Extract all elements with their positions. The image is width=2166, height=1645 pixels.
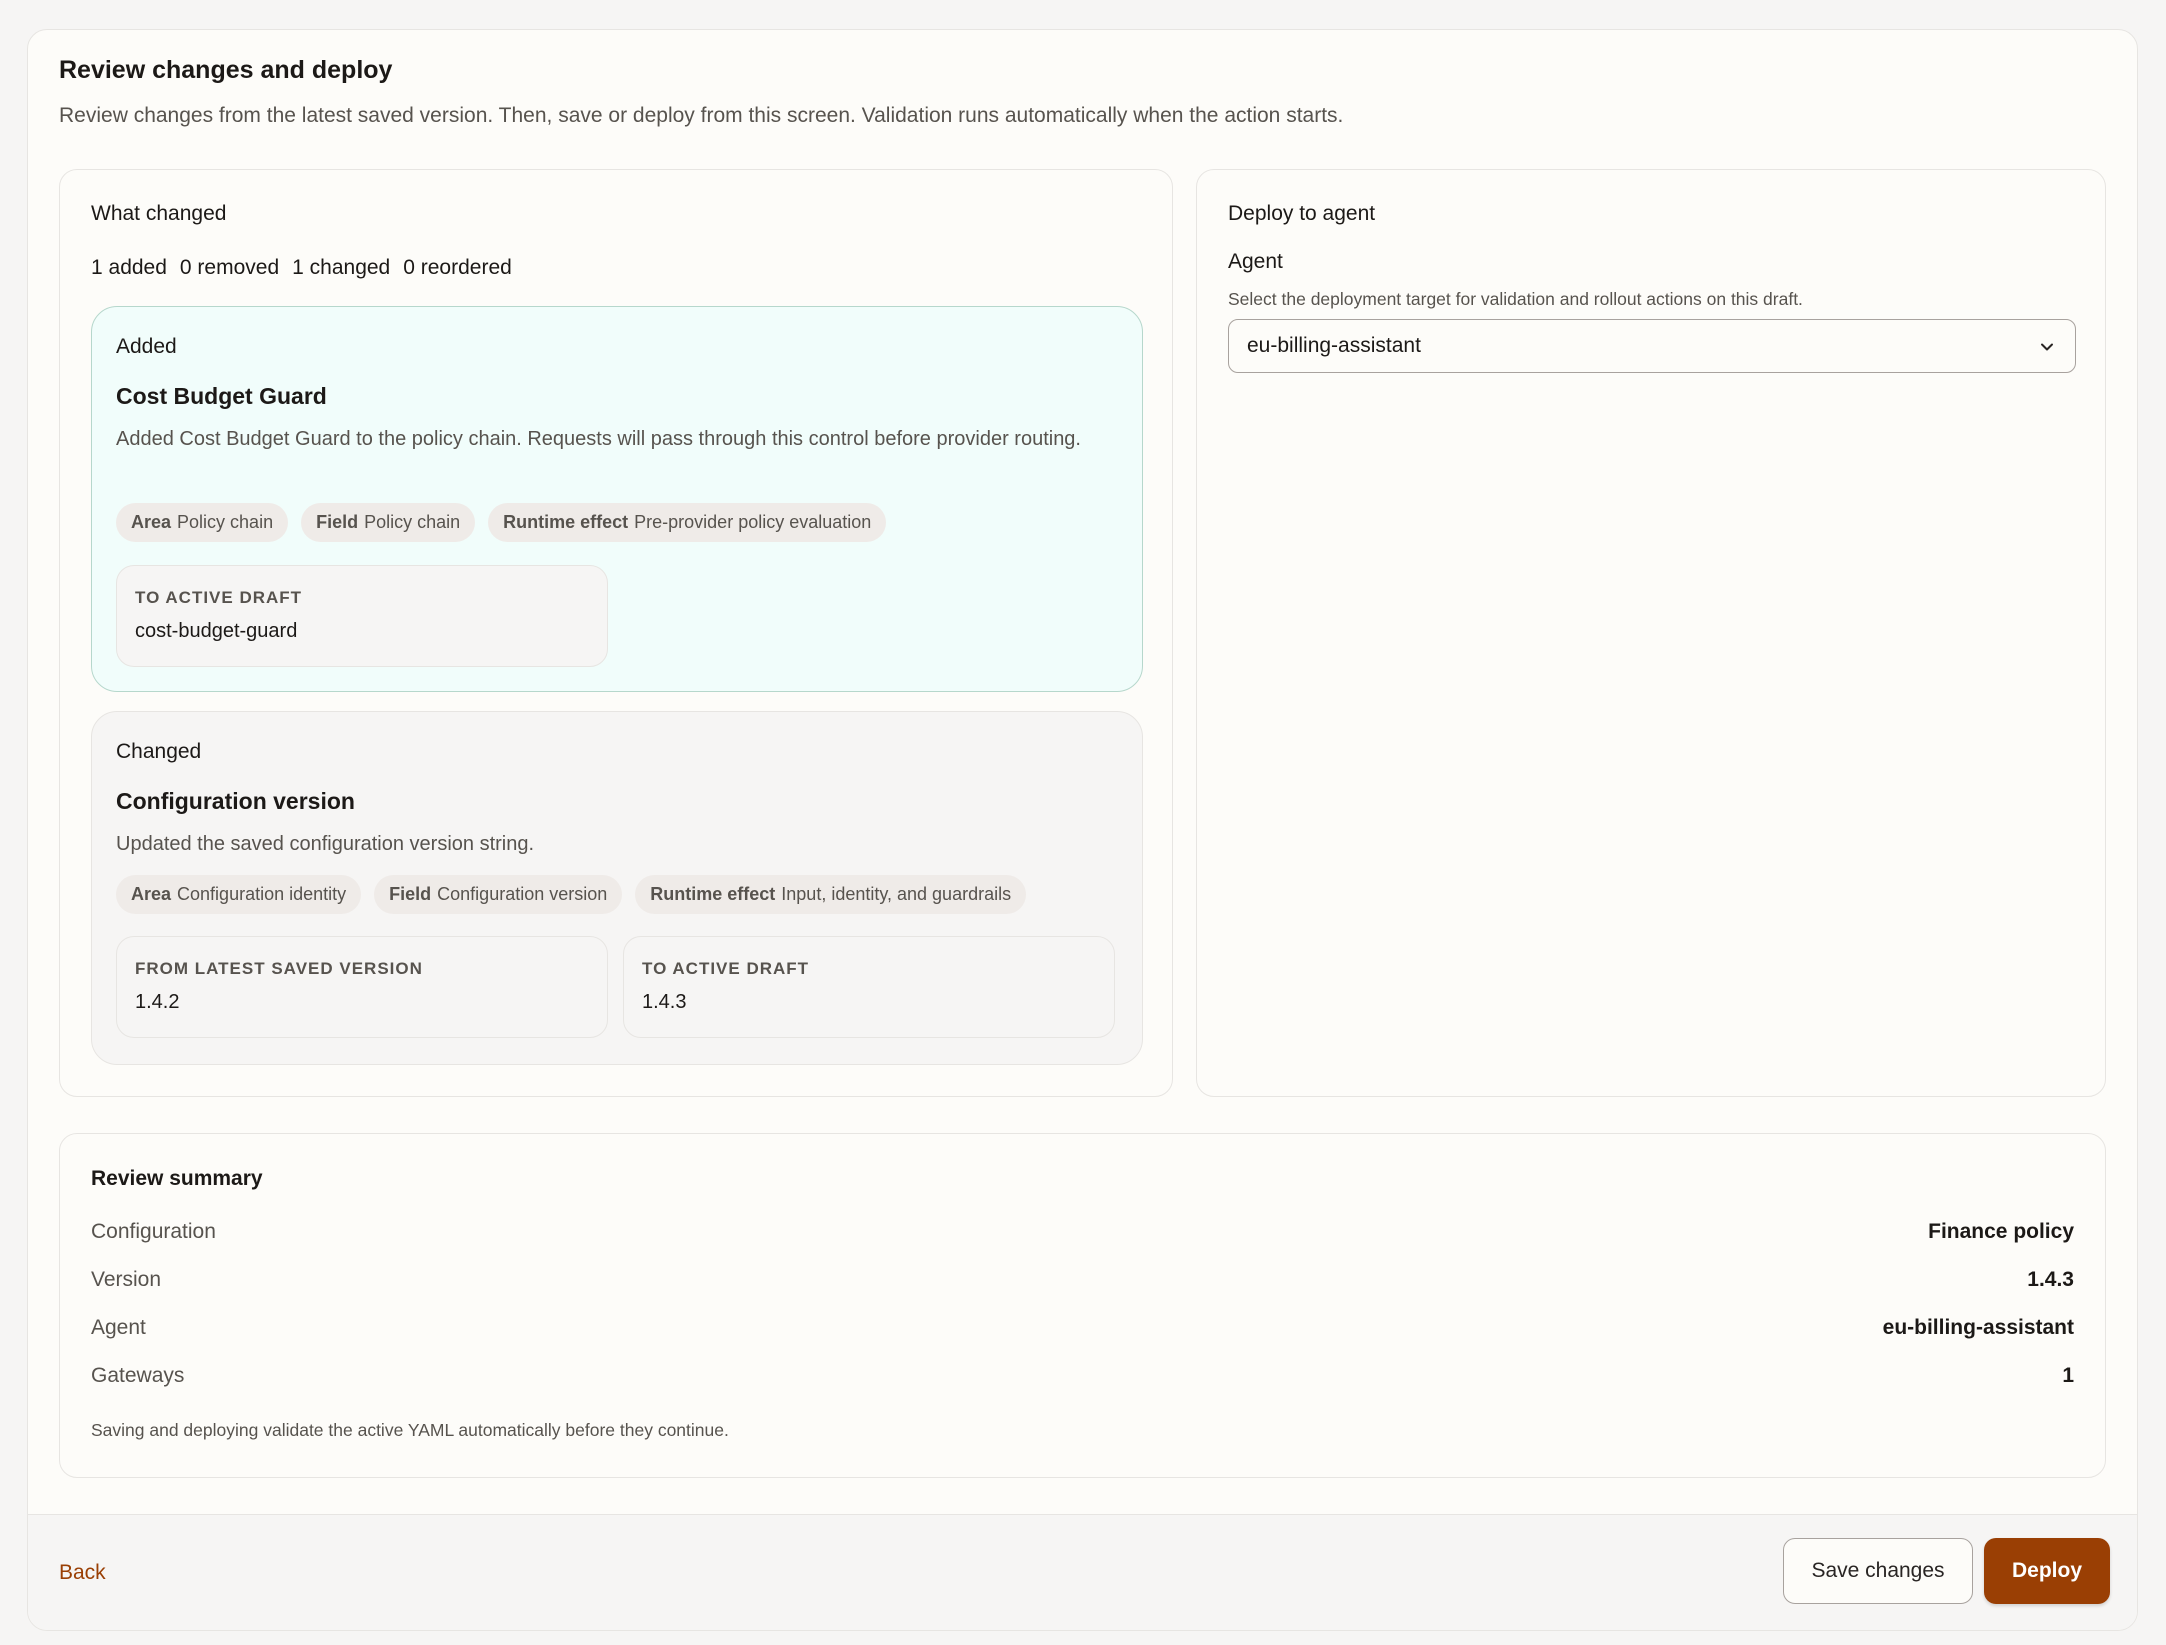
chip-field: Field Policy chain	[301, 503, 476, 542]
changed-change-block: Changed Configuration version Updated th…	[91, 711, 1143, 1065]
count-removed: 0 removed	[179, 256, 280, 279]
summary-row-version: Version 1.4.3	[91, 1268, 2074, 1291]
chip-area: Area Policy chain	[116, 503, 289, 542]
change-type-label: Changed	[116, 740, 202, 763]
change-type-label: Added	[116, 335, 177, 358]
added-change-block: Added Cost Budget Guard Added Cost Budge…	[91, 306, 1143, 692]
summary-row-configuration: Configuration Finance policy	[91, 1220, 2074, 1243]
page-description: Review changes from the latest saved ver…	[59, 104, 1344, 127]
to-active-draft-box: TO ACTIVE DRAFT 1.4.3	[623, 936, 1115, 1038]
what-changed-card: What changed 1 added 0 removed 1 changed…	[59, 169, 1173, 1097]
chevron-down-icon	[2041, 343, 2053, 351]
count-reordered: 0 reordered	[403, 256, 512, 279]
count-added: 1 added	[91, 256, 167, 279]
change-heading: Configuration version	[116, 788, 355, 814]
deploy-to-agent-card: Deploy to agent Agent Select the deploym…	[1196, 169, 2106, 1097]
change-description: Updated the saved configuration version …	[116, 833, 535, 855]
change-chips: Area Configuration identity Field Configur…	[116, 875, 1027, 914]
summary-row-gateways: Gateways 1	[91, 1364, 2074, 1387]
count-changed: 1 changed	[292, 256, 391, 279]
change-heading: Cost Budget Guard	[116, 383, 327, 409]
summary-note: Saving and deploying validate the active…	[91, 1420, 729, 1440]
change-counts: 1 added 0 removed 1 changed 0 reordered	[91, 256, 512, 280]
summary-title: Review summary	[91, 1167, 263, 1190]
agent-field-label: Agent	[1228, 250, 1283, 273]
summary-row-agent: Agent eu-billing-assistant	[91, 1316, 2074, 1339]
to-active-draft-box: TO ACTIVE DRAFT cost-budget-guard	[116, 565, 608, 667]
chip-runtime-effect: Runtime effect Input, identity, and guard…	[635, 875, 1027, 914]
chip-runtime-effect: Runtime effect Pre-provider policy evalua…	[488, 503, 887, 542]
deploy-button[interactable]: Deploy	[1984, 1538, 2110, 1604]
save-changes-button[interactable]: Save changes	[1783, 1538, 1973, 1604]
change-chips: Area Policy chain Field Policy chain Runti…	[116, 503, 887, 542]
chip-area: Area Configuration identity	[116, 875, 362, 914]
review-deploy-panel: Review changes and deploy Review changes…	[27, 29, 2138, 1631]
agent-select[interactable]: eu-billing-assistant	[1228, 319, 2076, 373]
what-changed-title: What changed	[91, 202, 227, 225]
page-title: Review changes and deploy	[59, 56, 393, 84]
deploy-card-title: Deploy to agent	[1228, 202, 1376, 225]
from-saved-version-box: FROM LATEST SAVED VERSION 1.4.2	[116, 936, 608, 1038]
back-link[interactable]: Back	[59, 1561, 106, 1585]
agent-select-value: eu-billing-assistant	[1247, 334, 1421, 357]
chip-field: Field Configuration version	[374, 875, 623, 914]
change-description: Added Cost Budget Guard to the policy ch…	[116, 428, 1081, 450]
action-footer: Back Save changes Deploy	[28, 1514, 2137, 1630]
review-summary-card: Review summary Configuration Finance pol…	[59, 1133, 2106, 1478]
agent-field-help: Select the deployment target for validat…	[1228, 289, 1803, 309]
